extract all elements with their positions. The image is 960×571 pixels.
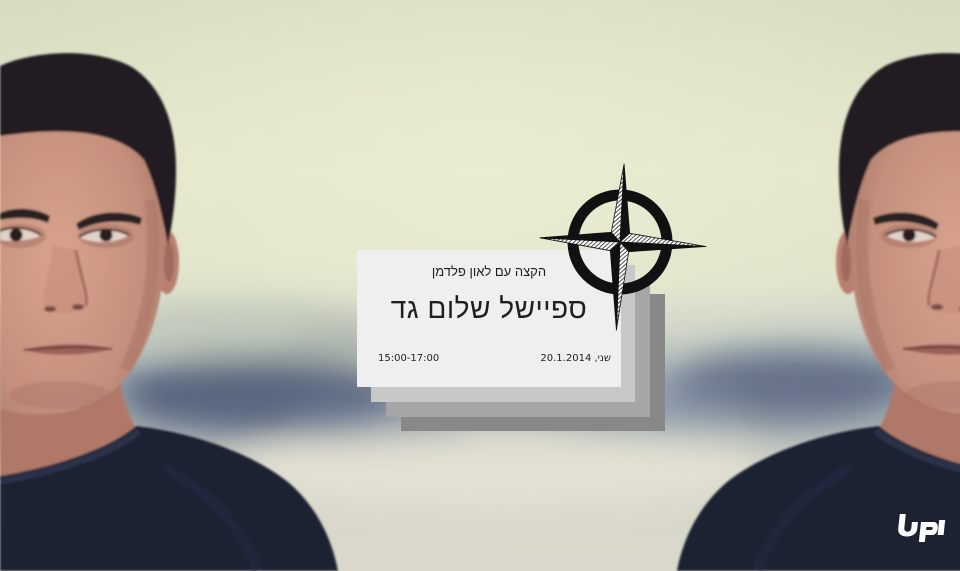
event-date: שני, 20.1.2014: [540, 353, 611, 364]
compass-rose-icon: [539, 163, 707, 331]
event-time: 15:00-17:00: [378, 353, 440, 364]
promo-banner[interactable]: הקצה עם לאון פלדמן ספיישל שלום גד 15:00-…: [0, 0, 960, 571]
event-meta-row: 15:00-17:00 שני, 20.1.2014: [378, 352, 611, 366]
brand-logo: [898, 514, 946, 542]
